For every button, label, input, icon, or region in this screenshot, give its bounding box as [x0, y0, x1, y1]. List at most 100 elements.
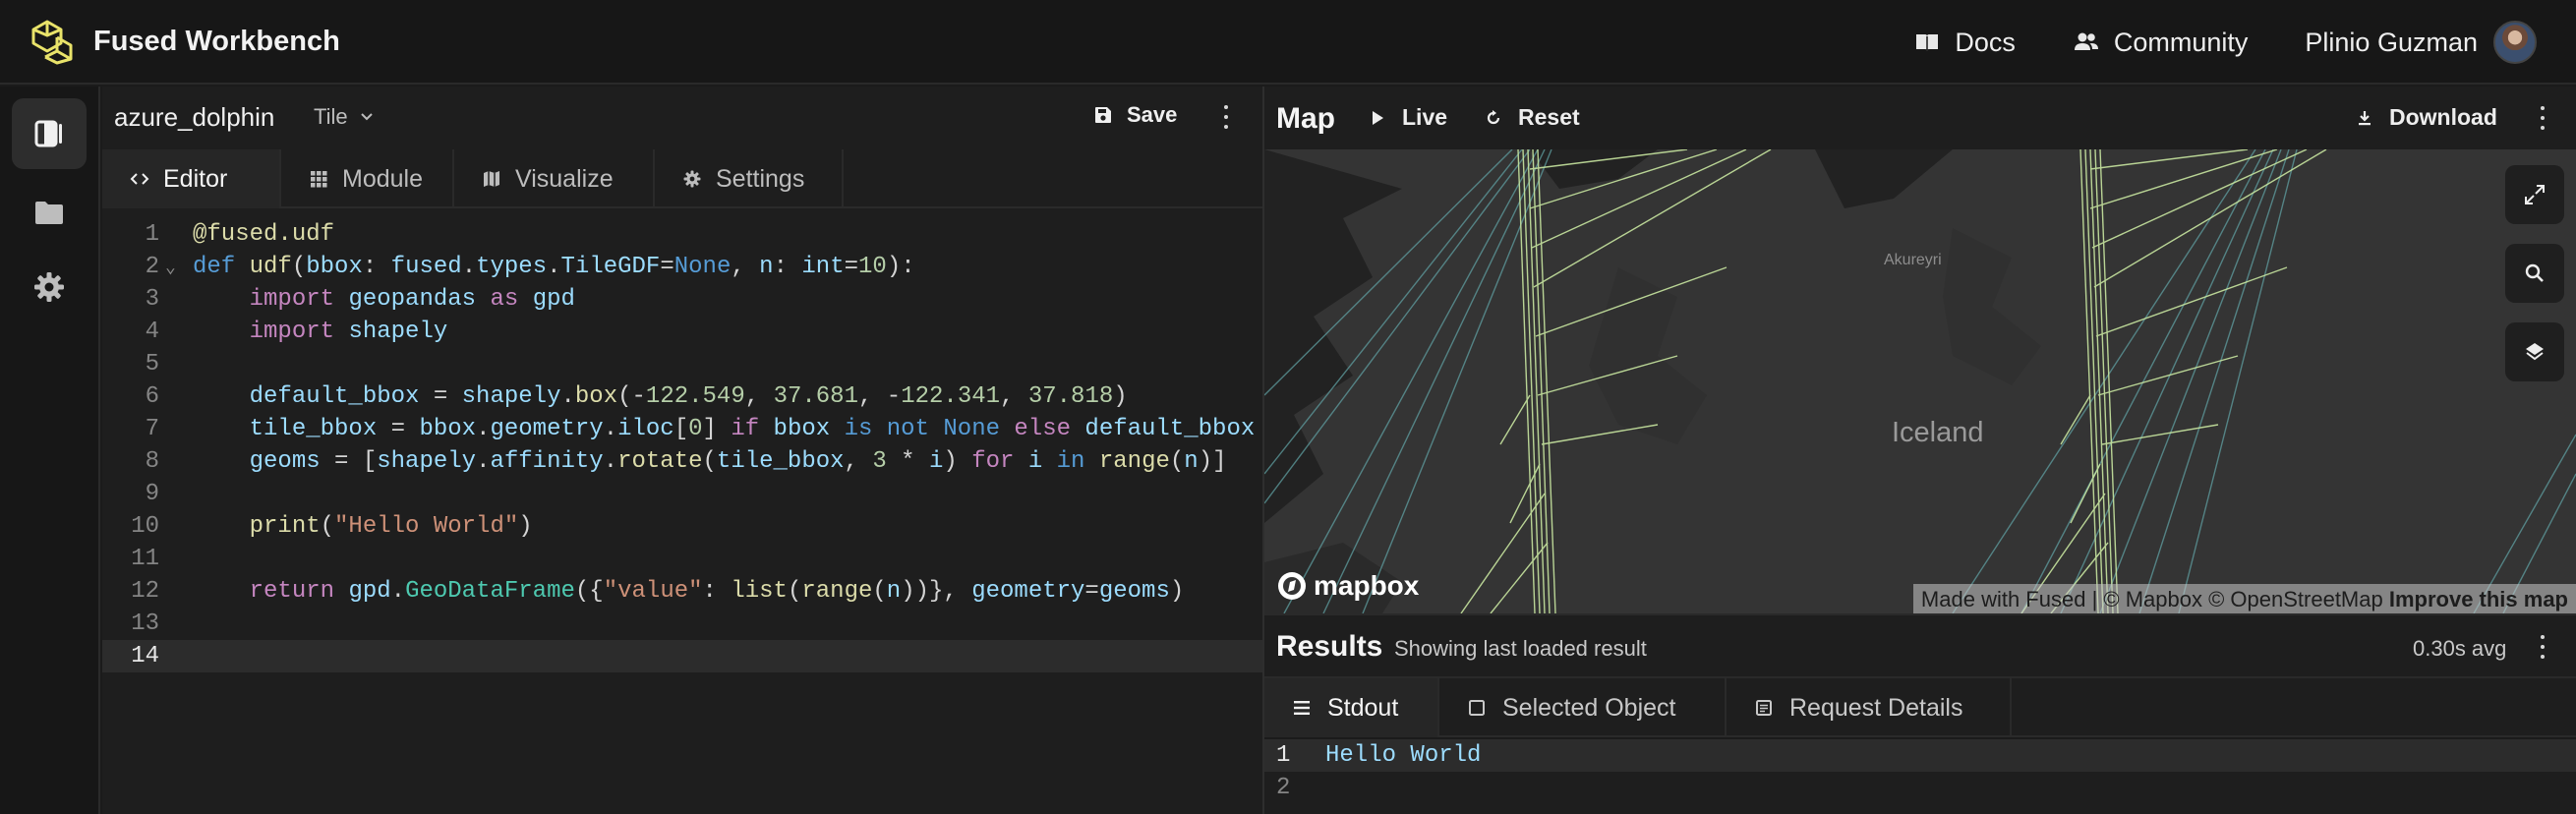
udf-name[interactable]: azure_dolphin: [114, 102, 274, 133]
tab-selected-object-label: Selected Object: [1502, 693, 1676, 722]
gear-icon: [34, 272, 64, 302]
live-button[interactable]: Live: [1369, 104, 1447, 131]
tab-editor-label: Editor: [163, 164, 228, 193]
tab-editor[interactable]: Editor: [102, 149, 281, 208]
code-line-current: 14: [102, 640, 1264, 672]
top-nav: Docs Community Plinio Guzman: [1913, 0, 2537, 85]
results-more-menu[interactable]: [2538, 635, 2547, 659]
tab-visualize[interactable]: Visualize: [454, 149, 655, 208]
download-label: Download: [2389, 104, 2497, 130]
fold-chevron-icon[interactable]: ⌄: [165, 253, 176, 285]
code-line: 5: [145, 351, 159, 378]
sidebar-item-settings[interactable]: [12, 252, 87, 322]
code-line-text: geoms = [shapely.affinity.rotate(tile_bb…: [249, 448, 1227, 475]
map-basemap: [1264, 149, 2576, 613]
gear-icon: [683, 170, 701, 188]
code-line: 6 default_bbox = shapely.box(-122.549, 3…: [102, 380, 1264, 413]
code-line-text: default_bbox = shapely.box(-122.549, 37.…: [249, 383, 1128, 410]
user-name: Plinio Guzman: [2305, 27, 2478, 57]
code-line-text: @fused.udf: [193, 221, 335, 248]
code-line: 12 return gpd.GeoDataFrame({"value": lis…: [102, 575, 1264, 608]
book-icon: [1916, 34, 1939, 51]
code-line-text: import shapely: [249, 319, 448, 345]
top-bar: Fused Workbench Docs Community Plinio Gu…: [0, 0, 2576, 85]
save-icon: [1095, 107, 1111, 123]
live-label: Live: [1402, 104, 1448, 130]
udf-type-label: Tile: [314, 104, 348, 129]
community-link[interactable]: Community: [2073, 27, 2249, 58]
code-line: 3 import geopandas as gpd: [102, 283, 1264, 316]
improve-map-link[interactable]: Improve this map: [2389, 587, 2568, 611]
tab-selected-object[interactable]: Selected Object: [1439, 678, 1727, 737]
tab-visualize-label: Visualize: [515, 164, 614, 193]
user-menu[interactable]: Plinio Guzman: [2305, 21, 2537, 64]
code-line: 8 geoms = [shapely.affinity.rotate(tile_…: [102, 445, 1264, 478]
tab-request-details[interactable]: Request Details: [1727, 678, 2012, 737]
save-label: Save: [1127, 102, 1178, 127]
map-label-country: Iceland: [1892, 417, 1984, 448]
code-line: 2 ⌄ def udf(bbox: fused.types.TileGDF=None…: [102, 251, 1264, 283]
expand-icon: [2525, 185, 2545, 204]
map-more-menu[interactable]: [2538, 106, 2547, 130]
grid-icon: [311, 171, 327, 188]
mapbox-logo[interactable]: mapbox: [1276, 570, 1419, 602]
code-line-text: print("Hello World"): [249, 513, 533, 540]
reset-button[interactable]: Reset: [1485, 104, 1580, 131]
code-line-text: return gpd.GeoDataFrame({"value": list(r…: [249, 578, 1185, 605]
refresh-icon: [1487, 109, 1500, 124]
docs-link[interactable]: Docs: [1913, 28, 2016, 58]
square-icon: [1469, 700, 1485, 716]
download-button[interactable]: Download: [2356, 104, 2497, 131]
udf-more-menu[interactable]: [1221, 105, 1231, 129]
docs-label: Docs: [1955, 27, 2016, 57]
attribution-sources[interactable]: | © Mapbox © OpenStreetMap: [2085, 587, 2388, 611]
udf-panel-icon: [34, 120, 62, 147]
results-title: Results: [1276, 630, 1383, 663]
udf-type-select[interactable]: Tile: [314, 104, 374, 130]
code-line: 10 print("Hello World"): [102, 510, 1264, 543]
stdout-output[interactable]: 1 Hello World 2: [1264, 739, 2576, 814]
list-icon: [1294, 701, 1310, 715]
chevron-down-icon: [360, 113, 373, 121]
code-line: 9: [145, 481, 159, 507]
layers-button[interactable]: [2505, 322, 2564, 381]
app-title: Fused Workbench: [93, 26, 340, 57]
sidebar-item-files[interactable]: [12, 177, 87, 248]
code-line: 13: [131, 610, 159, 637]
code-line: 1 @fused.udf: [102, 218, 1264, 251]
community-label: Community: [2113, 27, 2249, 57]
current-line-number: 14: [131, 643, 159, 669]
results-avg-time: 0.30s avg: [2413, 636, 2507, 661]
fullscreen-button[interactable]: [2505, 165, 2564, 224]
left-sidebar: [0, 87, 100, 814]
fused-logo-icon[interactable]: [28, 18, 79, 65]
results-header: Results Showing last loaded result 0.30s…: [1264, 613, 2576, 676]
stdout-line: 2: [1276, 775, 1291, 801]
reset-label: Reset: [1518, 104, 1580, 130]
layers-icon: [2526, 343, 2544, 361]
tab-module[interactable]: Module: [281, 149, 454, 208]
tab-request-details-label: Request Details: [1789, 693, 1963, 722]
stdout-line: 1 Hello World: [1264, 739, 2576, 772]
tab-stdout-label: Stdout: [1327, 693, 1399, 722]
attribution-fused[interactable]: Made with Fused: [1921, 587, 2086, 611]
download-icon: [2359, 110, 2371, 125]
avatar[interactable]: [2493, 21, 2537, 64]
map-icon: [484, 171, 499, 187]
sidebar-item-udf[interactable]: [12, 98, 87, 169]
map-search-button[interactable]: [2505, 244, 2564, 303]
code-line-text: def udf(bbox: fused.types.TileGDF=None, …: [193, 254, 915, 280]
tab-settings[interactable]: Settings: [655, 149, 844, 208]
code-editor[interactable]: 1 @fused.udf 2 ⌄ def udf(bbox: fused.types.…: [102, 212, 1264, 814]
code-line: 11: [131, 546, 159, 572]
results-tabs: Stdout Selected Object Request Details: [1264, 676, 2576, 737]
map-canvas[interactable]: Akureyri Iceland mapbox Made with Fused …: [1264, 149, 2576, 613]
folder-icon: [35, 202, 63, 224]
mapbox-icon: [1278, 572, 1306, 600]
map-label-city: Akureyri: [1884, 252, 1942, 268]
document-icon: [1756, 700, 1772, 716]
search-icon: [2525, 263, 2544, 282]
tab-stdout[interactable]: Stdout: [1264, 678, 1439, 737]
save-button[interactable]: Save: [1093, 102, 1177, 128]
map-attribution: Made with Fused | © Mapbox © OpenStreetM…: [1912, 584, 2576, 613]
